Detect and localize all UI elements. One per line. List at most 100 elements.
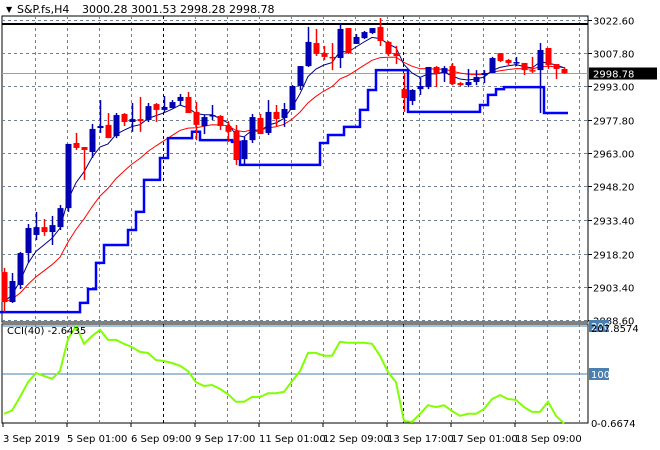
candle-body: [489, 58, 496, 74]
candle: [145, 102, 152, 122]
candle: [369, 28, 376, 35]
time-label: 13 Sep 17:00: [387, 434, 454, 445]
candle: [377, 17, 384, 46]
candle-body: [473, 77, 480, 82]
candle: [161, 96, 168, 112]
candle: [41, 219, 48, 236]
candle-body: [137, 119, 144, 122]
candle: [433, 66, 440, 88]
candle-body: [369, 28, 376, 33]
price-tick-label: 3022.60: [593, 17, 634, 28]
cci-level-label-100: 100: [591, 370, 610, 381]
candle-body: [89, 128, 96, 152]
mt4-chart-window: 3022.60 3007.80 2993.00 2977.80 2963.00 2948.…: [0, 0, 660, 450]
candle-body: [513, 62, 520, 64]
candle-body: [225, 126, 232, 132]
candle: [489, 56, 496, 74]
price-chart[interactable]: 3022.60 3007.80 2993.00 2977.80 2963.00 2948.…: [0, 0, 660, 450]
candle: [289, 85, 296, 110]
candle: [17, 251, 24, 290]
candle-body: [433, 66, 440, 74]
candle-body: [9, 281, 16, 303]
candle-body: [409, 90, 416, 101]
candle: [473, 70, 480, 86]
price-tick-label: 2993.00: [593, 83, 634, 94]
candle: [217, 115, 224, 131]
candle: [225, 121, 232, 142]
candle: [553, 64, 560, 80]
candle-body: [545, 47, 552, 65]
candle: [329, 43, 336, 71]
slow-moving-average-line: [3, 56, 565, 303]
price-tick-label: 2948.20: [593, 183, 634, 194]
candle: [169, 100, 176, 109]
candle-body: [481, 73, 488, 76]
candle-body: [361, 32, 368, 39]
candle-body: [25, 228, 32, 254]
candle-body: [393, 53, 400, 57]
candle-body: [257, 117, 264, 135]
candle: [209, 104, 216, 120]
candle: [57, 204, 64, 231]
candle-body: [193, 111, 200, 125]
candle-body: [353, 36, 360, 44]
candle: [25, 223, 32, 263]
candle: [73, 132, 80, 150]
price-tick-label: 2977.80: [593, 117, 634, 128]
candle-body: [57, 208, 64, 228]
candle-body: [97, 126, 104, 129]
candle-body: [553, 64, 560, 69]
candle: [113, 113, 120, 139]
candle-body: [281, 109, 288, 118]
candle-body: [289, 85, 296, 110]
candle: [313, 28, 320, 57]
candle: [193, 102, 200, 141]
candle: [305, 26, 312, 67]
candle: [561, 66, 568, 74]
candle: [89, 124, 96, 159]
fast-moving-average-line: [3, 36, 565, 303]
candle: [449, 62, 456, 86]
candle: [137, 96, 144, 132]
axes: 3022.60 3007.80 2993.00 2977.80 2963.00 2948.…: [2, 17, 657, 445]
candle-body: [113, 115, 120, 137]
indicators: [0, 23, 588, 314]
candle-body: [233, 130, 240, 161]
candle-body: [273, 111, 280, 120]
candle: [81, 147, 88, 180]
cci-max-label: 207.8574: [591, 324, 639, 335]
price-tick-label: 2933.40: [593, 217, 634, 228]
candle: [361, 30, 368, 40]
candle: [185, 92, 192, 114]
candle: [121, 113, 128, 127]
candle-body: [17, 253, 24, 286]
grid: [1, 15, 589, 424]
candle-body: [417, 85, 424, 90]
candle: [425, 66, 432, 90]
candle-body: [177, 96, 184, 101]
candle: [257, 113, 264, 135]
candle-body: [185, 96, 192, 114]
candle: [9, 272, 16, 303]
candle-body: [329, 56, 336, 59]
time-label: 5 Sep 01:00: [67, 434, 127, 445]
candle: [497, 53, 504, 63]
price-tick-label: 3007.80: [593, 50, 634, 61]
symbol-header: S&P.fs,H4: [17, 3, 69, 16]
candle: [401, 73, 408, 112]
candle: [273, 104, 280, 127]
time-label: 11 Sep 01:00: [259, 434, 326, 445]
candle: [545, 47, 552, 69]
current-price-label: 2998.78: [593, 70, 634, 81]
candle: [281, 102, 288, 127]
candle: [537, 43, 544, 114]
candle: [241, 136, 248, 165]
candle-body: [465, 81, 472, 86]
candle: [465, 68, 472, 88]
collapse-triangle-icon[interactable]: ▼: [6, 5, 13, 14]
candle-body: [529, 70, 536, 72]
price-tick-label: 2918.20: [593, 251, 634, 262]
candle-body: [401, 89, 408, 99]
candle: [249, 113, 256, 144]
cci-label: CCI(40) -2.6435: [7, 326, 86, 337]
